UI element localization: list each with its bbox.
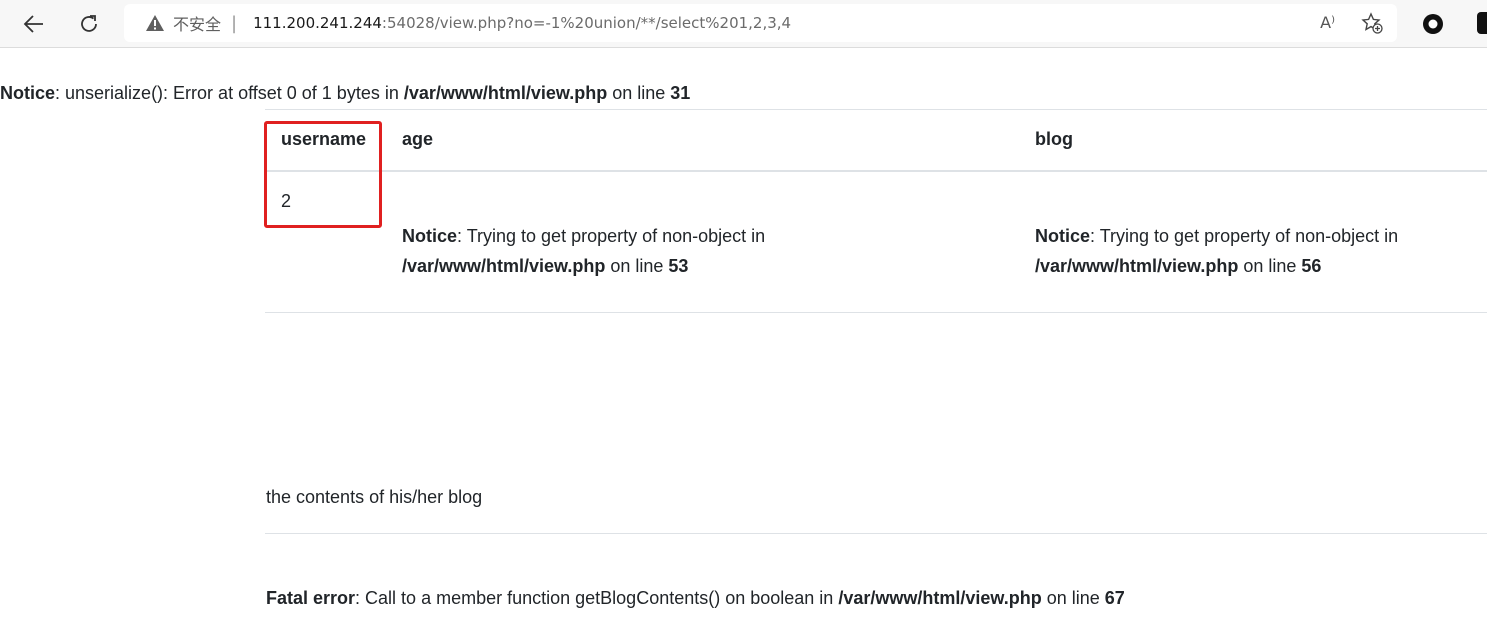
- notice-file: /var/www/html/view.php: [403, 83, 608, 103]
- fatal-label: Fatal error: [266, 588, 356, 608]
- column-header-blog: blog: [1035, 129, 1073, 149]
- fatal-on-line: on line: [1041, 588, 1105, 608]
- back-arrow-icon: [23, 15, 43, 33]
- back-button[interactable]: [19, 9, 49, 39]
- cell-blog: Notice: Trying to get property of non-ob…: [1035, 221, 1485, 281]
- address-bar[interactable]: 不安全 | 111.200.241.244:54028/view.php?no=…: [124, 4, 1397, 42]
- url-host[interactable]: 111.200.241.244: [253, 14, 382, 32]
- reload-button[interactable]: [74, 9, 104, 39]
- table-top-border: [265, 109, 1487, 110]
- read-aloud-icon[interactable]: A⁾: [1320, 13, 1335, 32]
- unserialize-notice: Notice: unserialize(): Error at offset 0…: [0, 83, 690, 104]
- fatal-file: /var/www/html/view.php: [838, 588, 1042, 608]
- age-notice-on-line: on line: [605, 256, 669, 276]
- blog-contents-text: the contents of his/her blog: [266, 487, 483, 507]
- notice-line-number: 31: [670, 83, 691, 103]
- favorite-star-icon[interactable]: [1361, 12, 1383, 38]
- blog-notice-line: 56: [1301, 256, 1322, 276]
- age-notice-message: : Trying to get property of non-object i…: [457, 226, 766, 246]
- extension-icon[interactable]: [1421, 12, 1445, 36]
- fatal-line-number: 67: [1104, 588, 1125, 608]
- fatal-message: : Call to a member function getBlogConte…: [355, 588, 839, 608]
- url-path[interactable]: :54028/view.php?no=-1%20union/**/select%…: [382, 14, 791, 32]
- blog-contents-border: [265, 533, 1487, 534]
- age-notice-label: Notice: [402, 226, 458, 246]
- blog-notice-file: /var/www/html/view.php: [1035, 256, 1239, 276]
- notice-on-line: on line: [607, 83, 671, 103]
- cell-age: Notice: Trying to get property of non-ob…: [402, 221, 962, 281]
- table-row-border: [265, 312, 1487, 313]
- age-notice-line: 53: [668, 256, 689, 276]
- fatal-error: Fatal error: Call to a member function g…: [266, 588, 1125, 609]
- blog-notice-message: : Trying to get property of non-object i…: [1090, 226, 1399, 246]
- blog-notice-label: Notice: [1035, 226, 1091, 246]
- age-notice-file: /var/www/html/view.php: [402, 256, 606, 276]
- profile-icon[interactable]: [1477, 12, 1487, 34]
- browser-toolbar: 不安全 | 111.200.241.244:54028/view.php?no=…: [0, 0, 1487, 48]
- insecure-label[interactable]: 不安全: [173, 11, 221, 35]
- username-highlight-box: [264, 121, 382, 228]
- address-separator: |: [231, 12, 238, 34]
- table-header-border: [265, 170, 1487, 172]
- notice-message: : unserialize(): Error at offset 0 of 1 …: [55, 83, 404, 103]
- warning-icon[interactable]: [145, 14, 165, 32]
- column-header-age: age: [402, 129, 434, 149]
- notice-label: Notice: [0, 83, 56, 103]
- reload-icon: [81, 15, 97, 32]
- blog-notice-on-line: on line: [1238, 256, 1302, 276]
